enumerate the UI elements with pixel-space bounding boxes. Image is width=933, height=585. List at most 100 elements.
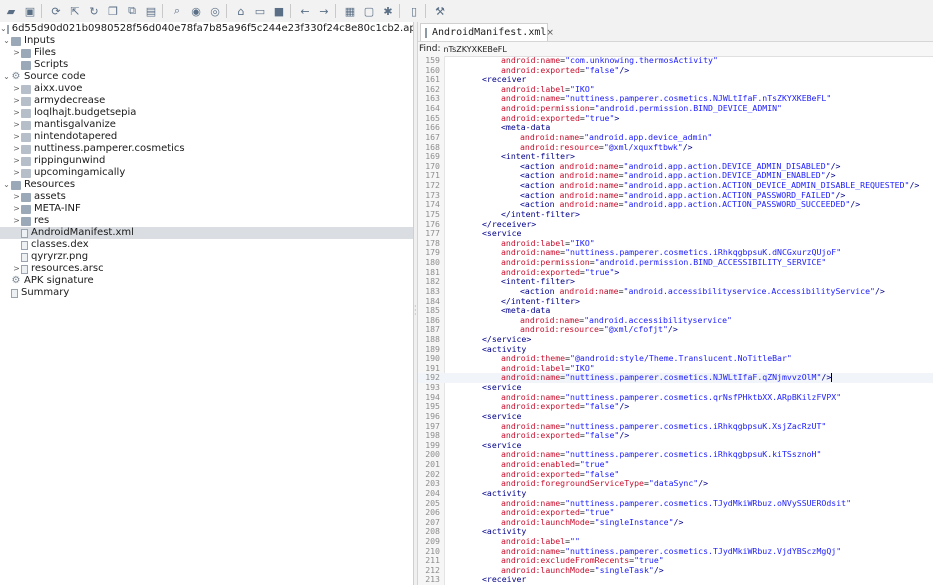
- code-token: />: [821, 372, 832, 383]
- tree-item[interactable]: > assets: [0, 191, 413, 203]
- find-label: Find:: [419, 44, 441, 54]
- tree-item[interactable]: > mantisgalvanize: [0, 119, 413, 131]
- code-token: <receiver: [482, 74, 527, 85]
- tree-item[interactable]: > META-INF: [0, 203, 413, 215]
- tree-item[interactable]: > armydecrease: [0, 95, 413, 107]
- tree-item[interactable]: qyryrzr.png: [0, 251, 413, 263]
- collapse-arrow-icon[interactable]: ⌄: [2, 71, 11, 83]
- refresh-icon[interactable]: ↻: [86, 3, 102, 19]
- code-token: "nuttiness.pamperer.cosmetics.TJydMkiWRb…: [565, 545, 842, 556]
- expand-arrow-icon[interactable]: >: [12, 107, 21, 119]
- bug-icon[interactable]: ✱: [380, 3, 396, 19]
- tree-item-label: Files: [34, 47, 56, 58]
- code-editor: AndroidManifest.xml × Find: 159android:n…: [418, 22, 933, 585]
- close-icon[interactable]: ×: [546, 28, 554, 38]
- sync-icon[interactable]: ⟳: [48, 3, 64, 19]
- code-line: 181 android:exported="true">: [418, 266, 933, 278]
- expand-arrow-icon[interactable]: >: [12, 95, 21, 107]
- tree-item-label: AndroidManifest.xml: [31, 227, 134, 238]
- tree-item[interactable]: > res: [0, 215, 413, 227]
- code-token: android:enabled: [501, 459, 575, 470]
- expand-arrow-icon[interactable]: >: [12, 131, 21, 143]
- smali-icon[interactable]: ■: [271, 3, 287, 19]
- export-icon[interactable]: ⇱: [67, 3, 83, 19]
- tree-item-label: upcomingamically: [34, 167, 126, 178]
- tree-item[interactable]: ⌄ Inputs: [0, 35, 413, 47]
- code-token: />: [698, 478, 709, 489]
- find-class-icon[interactable]: ◉: [188, 3, 204, 19]
- sidebar-icon[interactable]: ▯: [406, 3, 422, 19]
- package-icon: [21, 168, 31, 178]
- flatten-icon[interactable]: ⧉: [124, 3, 140, 19]
- tree-item[interactable]: > nintendotapered: [0, 131, 413, 143]
- code-token: android:permission: [501, 103, 590, 114]
- code-token: android:exported: [501, 266, 580, 277]
- code-line: 174 <action android:name="android.app.act…: [418, 199, 933, 210]
- collapse-arrow-icon[interactable]: ⌄: [0, 23, 7, 35]
- tree-item[interactable]: > aixx.uvoe: [0, 83, 413, 95]
- tree-item[interactable]: > Files: [0, 47, 413, 59]
- search-icon[interactable]: ⌕: [169, 3, 185, 19]
- layout-icon[interactable]: ▭: [252, 3, 268, 19]
- preferences-icon[interactable]: ⚒: [432, 3, 448, 19]
- toolbar-separator: [162, 4, 163, 18]
- expand-arrow-icon[interactable]: >: [12, 215, 21, 227]
- home-icon[interactable]: ⌂: [233, 3, 249, 19]
- back-icon[interactable]: ←: [297, 3, 313, 19]
- tree-item[interactable]: Summary: [0, 287, 413, 299]
- collapse-arrow-icon[interactable]: ⌄: [2, 179, 11, 191]
- tree-item[interactable]: > upcomingamically: [0, 167, 413, 179]
- code-line: 177 <service: [418, 228, 933, 239]
- tab-androidmanifest[interactable]: AndroidManifest.xml ×: [420, 23, 554, 41]
- code-token: >: [614, 266, 620, 277]
- tree-root-apk[interactable]: ⌄ 6d55d90d021b0980528f56d040e78fa7b85a96…: [0, 23, 413, 35]
- tree-item[interactable]: > resources.arsc: [0, 263, 413, 275]
- expand-arrow-icon[interactable]: >: [12, 143, 21, 155]
- xml-file-icon: [425, 27, 427, 38]
- tree-item-label: loqlhajt.budgetsepia: [34, 107, 137, 118]
- expand-arrow-icon[interactable]: >: [12, 47, 21, 59]
- expand-arrow-icon[interactable]: >: [12, 167, 21, 179]
- copy-icon[interactable]: ❐: [105, 3, 121, 19]
- clipboard-icon[interactable]: ▢: [361, 3, 377, 19]
- tree-item-label: nintendotapered: [34, 131, 118, 142]
- tree-item[interactable]: Scripts: [0, 59, 413, 71]
- find-input[interactable]: [443, 44, 644, 54]
- tree-item-label: Resources: [24, 179, 76, 190]
- expand-arrow-icon[interactable]: >: [12, 203, 21, 215]
- code-token: "@android:style/Theme.Translucent.NoTitl…: [570, 353, 792, 364]
- tree-item[interactable]: ⌄ Resources: [0, 179, 413, 191]
- tree-item-label: mantisgalvanize: [34, 119, 116, 130]
- expand-arrow-icon[interactable]: >: [12, 119, 21, 131]
- tree-item[interactable]: AndroidManifest.xml: [0, 227, 413, 239]
- package-icon: [21, 132, 31, 142]
- expand-arrow-icon[interactable]: >: [12, 155, 21, 167]
- log-icon[interactable]: ▦: [342, 3, 358, 19]
- find-usage-icon[interactable]: ◎: [207, 3, 223, 19]
- collapse-arrow-icon[interactable]: ⌄: [2, 35, 11, 47]
- forward-icon[interactable]: →: [316, 3, 332, 19]
- tree-item-label: Inputs: [24, 35, 56, 46]
- splitter-grip-icon[interactable]: · · ·: [414, 303, 417, 319]
- expand-arrow-icon[interactable]: >: [12, 263, 21, 275]
- expand-arrow-icon[interactable]: >: [12, 191, 21, 203]
- code-token: android:exported: [501, 64, 580, 75]
- code-area[interactable]: 159 android:name="com.unknowing.thermosAc…: [418, 56, 933, 585]
- expand-arrow-icon[interactable]: >: [12, 83, 21, 95]
- tree-item[interactable]: ⌄ ⚙ Source code: [0, 71, 413, 83]
- code-token: android:name: [559, 180, 619, 191]
- tree-item[interactable]: > nuttiness.pamperer.cosmetics: [0, 143, 413, 155]
- tree-item[interactable]: classes.dex: [0, 239, 413, 251]
- code-line: 197 android:name="nuttiness.pamperer.cosm…: [418, 421, 933, 432]
- tree-item[interactable]: > loqlhajt.budgetsepia: [0, 107, 413, 119]
- tree-item[interactable]: > rippingunwind: [0, 155, 413, 167]
- editor-tab-bar: AndroidManifest.xml ×: [418, 22, 933, 42]
- code-line: 208 <activity: [418, 527, 933, 537]
- tree-item-label: META-INF: [34, 203, 81, 214]
- text-caret: [831, 373, 833, 383]
- save-icon[interactable]: ▣: [22, 3, 38, 19]
- tree-item[interactable]: ⚙ APK signature: [0, 275, 413, 287]
- open-icon[interactable]: ▰: [3, 3, 19, 19]
- code-token: android:exported: [501, 468, 580, 479]
- text-icon[interactable]: ▤: [143, 3, 159, 19]
